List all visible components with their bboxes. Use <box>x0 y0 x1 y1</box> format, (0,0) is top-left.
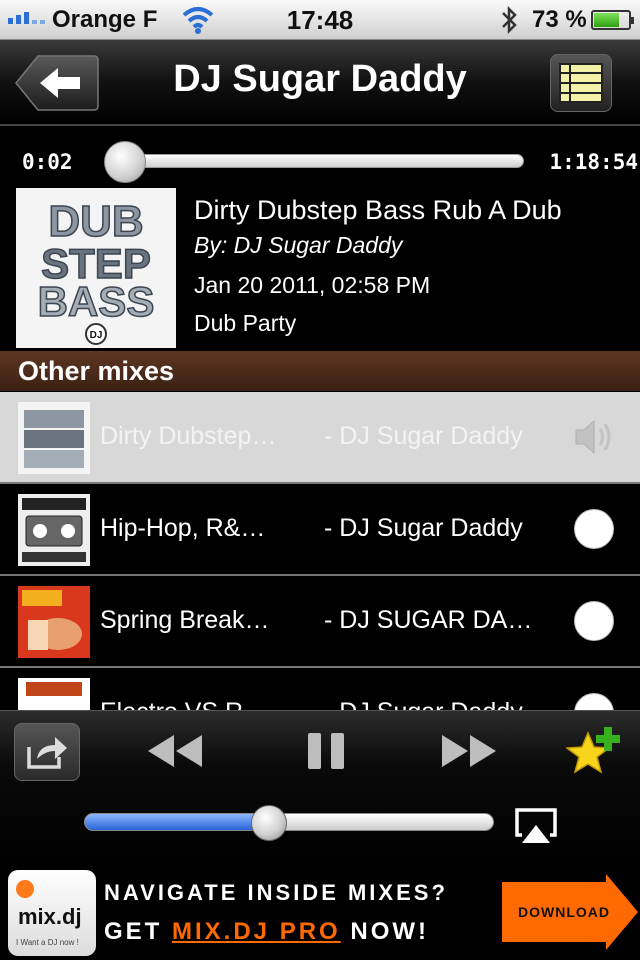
other-mixes-header: Other mixes <box>0 351 640 391</box>
ad-product-link[interactable]: MIX.DJ PRO <box>172 918 341 945</box>
volume-slider-thumb[interactable] <box>250 805 287 841</box>
mix-title: Spring Break… <box>100 606 270 634</box>
logo-word: mix.dj <box>18 904 82 929</box>
cover-text-3: BASS <box>38 278 155 325</box>
player-controls <box>0 710 640 866</box>
select-radio[interactable] <box>574 693 614 710</box>
list-item[interactable]: Electro VS R… - DJ Sugar Daddy <box>0 668 640 710</box>
ad-subline: GET MIX.DJ PRO NOW! <box>104 918 429 946</box>
battery-icon <box>591 10 634 30</box>
elapsed-time: 0:02 <box>22 150 73 174</box>
mix-title: Hip-Hop, R&… <box>100 514 266 542</box>
list-item[interactable]: Dirty Dubstep… - DJ Sugar Daddy <box>0 392 640 484</box>
now-playing-genre: Dub Party <box>194 310 297 336</box>
ad-subline-pre: GET <box>104 918 173 945</box>
now-playing-artist: By: DJ Sugar Daddy <box>194 232 403 258</box>
list-icon <box>559 63 603 103</box>
progress-slider-track[interactable] <box>108 154 524 168</box>
mix-title: Dirty Dubstep… <box>100 422 277 450</box>
logo-tagline: I Want a DJ now ! <box>16 938 79 947</box>
mix-title: Electro VS R… <box>100 698 310 710</box>
album-cover: DUB STEP BASS DJ <box>16 188 176 348</box>
page-title: DJ Sugar Daddy <box>173 58 467 100</box>
now-playing-title: Dirty Dubstep Bass Rub A Dub <box>194 195 562 225</box>
select-radio[interactable] <box>574 601 614 641</box>
share-button[interactable] <box>14 723 80 781</box>
mix-dj: - DJ Sugar Daddy <box>324 422 523 450</box>
airplay-button[interactable] <box>514 807 558 847</box>
mix-list: Dirty Dubstep… - DJ Sugar Daddy Hip-Hop,… <box>0 392 640 710</box>
mix-thumbnail <box>18 494 90 566</box>
playback-progress: 0:02 1:18:54 <box>0 140 640 184</box>
fast-forward-button[interactable] <box>436 727 500 775</box>
navigation-bar: DJ Sugar Daddy <box>0 40 640 126</box>
status-bar: Orange F 17:48 73 % <box>0 0 640 40</box>
list-item[interactable]: Hip-Hop, R&… - DJ Sugar Daddy <box>0 484 640 576</box>
favorite-add-icon <box>566 727 620 774</box>
mix-thumbnail <box>18 402 90 474</box>
volume-slider-track[interactable] <box>84 813 494 831</box>
progress-slider-thumb[interactable] <box>104 141 147 183</box>
mix-dj-logo: mix.dj I Want a DJ now ! <box>8 870 96 956</box>
pause-icon <box>308 733 344 769</box>
now-playing-info: Dirty Dubstep Bass Rub A Dub By: DJ Suga… <box>194 192 634 342</box>
mix-thumbnail <box>18 678 90 710</box>
download-button[interactable]: DOWNLOAD <box>500 872 640 952</box>
fast-forward-icon <box>442 735 496 767</box>
playlist-button[interactable] <box>550 54 612 112</box>
airplay-icon <box>515 808 557 843</box>
ad-banner[interactable]: mix.dj I Want a DJ now ! NAVIGATE INSIDE… <box>0 866 640 960</box>
rewind-button[interactable] <box>144 727 208 775</box>
speaker-icon <box>575 419 611 455</box>
rewind-icon <box>148 735 202 767</box>
list-item[interactable]: Spring Break… - DJ SUGAR DA… <box>0 576 640 668</box>
pause-button[interactable] <box>304 727 348 775</box>
mix-thumbnail <box>18 586 90 658</box>
mix-dj: - DJ SUGAR DA… <box>324 606 533 634</box>
select-radio[interactable] <box>574 509 614 549</box>
section-title: Other mixes <box>18 356 175 386</box>
cover-text-1: DUB <box>48 197 143 246</box>
back-button[interactable] <box>14 54 100 112</box>
now-playing-date: Jan 20 2011, 02:58 PM <box>194 272 431 298</box>
ad-headline: NAVIGATE INSIDE MIXES? <box>104 880 448 905</box>
ad-subline-post: NOW! <box>340 918 430 945</box>
total-time: 1:18:54 <box>549 150 638 174</box>
battery-percentage: 73 % <box>532 6 587 33</box>
logo-dot-icon <box>16 880 34 898</box>
add-favorite-button[interactable] <box>566 725 624 779</box>
cover-text-4: DJ <box>90 330 103 341</box>
download-label: DOWNLOAD <box>518 904 610 920</box>
bluetooth-icon <box>502 5 517 35</box>
mix-dj: - DJ Sugar Daddy <box>324 698 564 710</box>
mix-dj: - DJ Sugar Daddy <box>324 514 523 542</box>
share-icon <box>27 737 67 769</box>
